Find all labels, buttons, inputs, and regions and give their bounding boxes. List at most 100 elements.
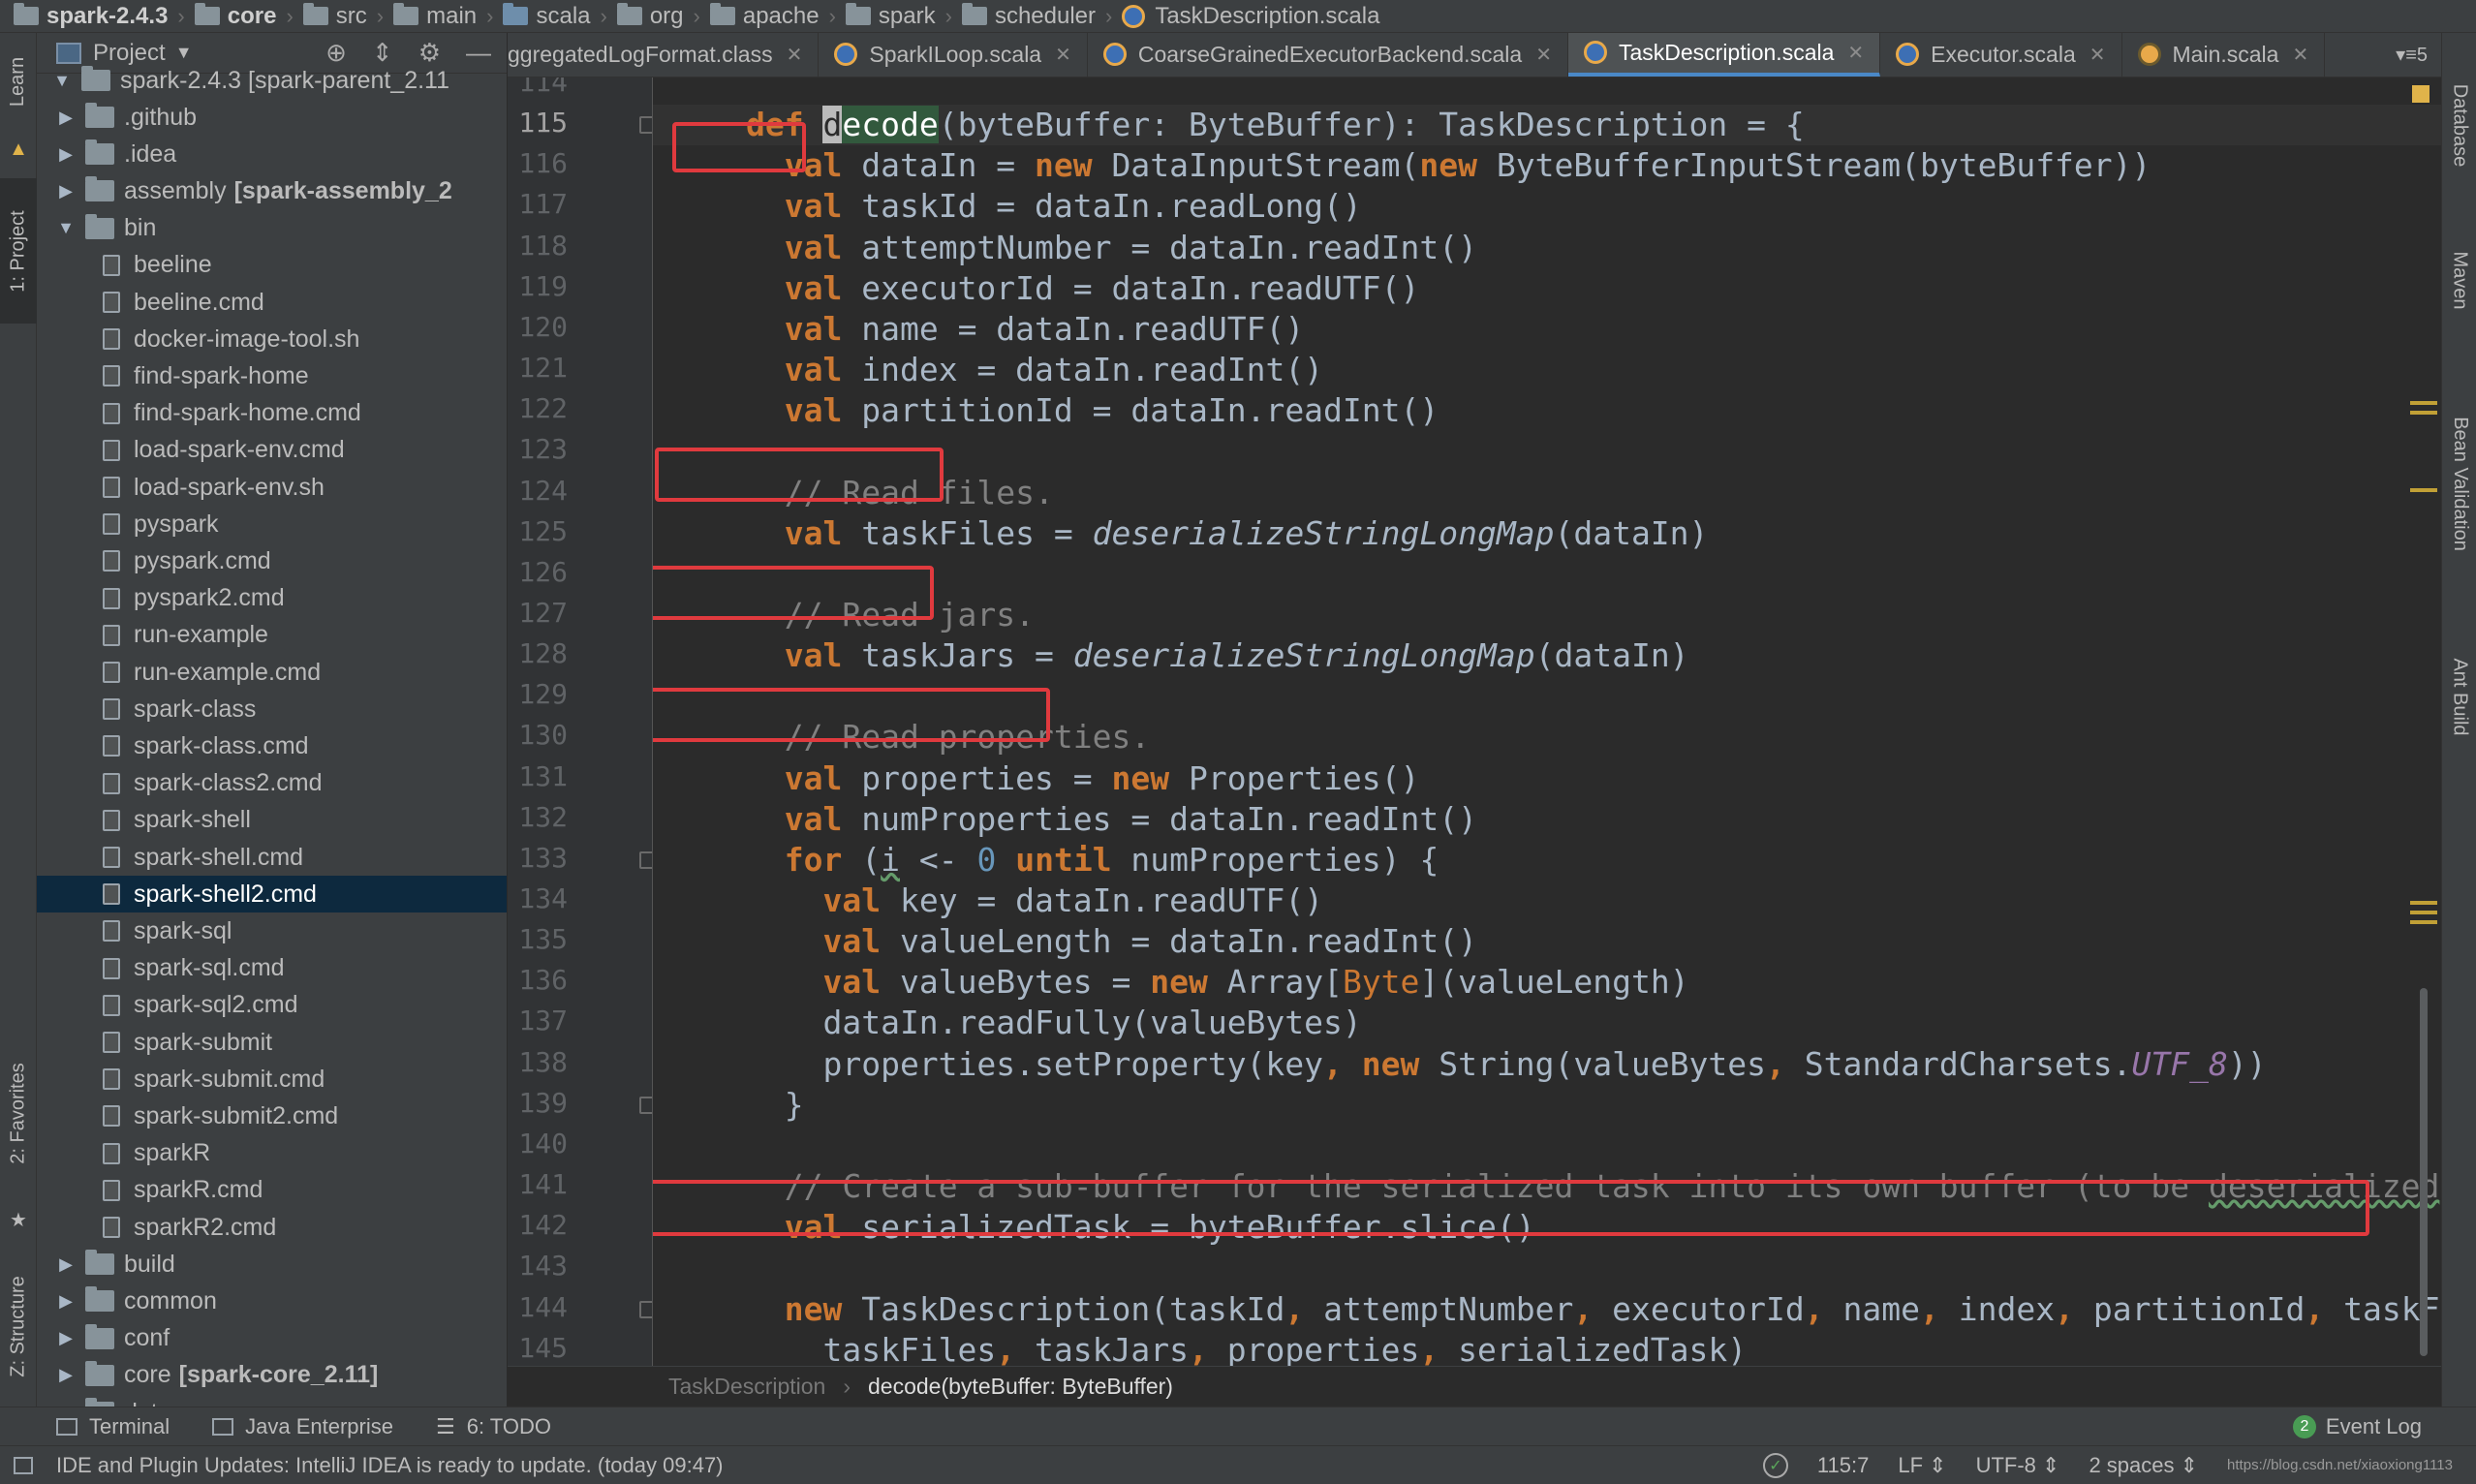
close-icon[interactable]: ✕ bbox=[2292, 43, 2308, 67]
tab-overflow-button[interactable]: ▾≡5 bbox=[2396, 43, 2441, 67]
code-line[interactable]: new TaskDescription(taskId, attemptNumbe… bbox=[746, 1289, 2441, 1330]
editor-tab[interactable]: Executor.scala ✕ bbox=[1880, 33, 2122, 77]
editor-scrollbar[interactable] bbox=[2420, 988, 2428, 1356]
breadcrumb-item[interactable]: spark bbox=[845, 3, 936, 30]
code-line[interactable]: val key = dataIn.readUTF() bbox=[746, 881, 1323, 921]
chevron-right-icon[interactable]: ▶ bbox=[56, 1254, 76, 1275]
code-line[interactable]: val valueBytes = new Array[Byte](valueLe… bbox=[746, 962, 1688, 1003]
breadcrumb-class[interactable]: TaskDescription bbox=[668, 1374, 825, 1400]
tree-file-item[interactable]: load-spark-env.sh bbox=[37, 469, 507, 506]
inspection-check-icon[interactable]: ✓ bbox=[1762, 1452, 1788, 1478]
chevron-right-icon[interactable]: ▶ bbox=[56, 1328, 76, 1348]
close-icon[interactable]: ✕ bbox=[2089, 43, 2106, 67]
tree-file-item[interactable]: sparkR bbox=[37, 1135, 507, 1172]
terminal-tool-button[interactable]: Terminal bbox=[56, 1414, 170, 1439]
warning-marker[interactable] bbox=[2410, 901, 2437, 905]
todo-tool-button[interactable]: ☰ 6: TODO bbox=[436, 1414, 551, 1439]
tree-folder-item[interactable]: ▼ bin bbox=[37, 210, 507, 247]
tree-file-item[interactable]: spark-shell bbox=[37, 802, 507, 839]
chevron-right-icon[interactable]: ▶ bbox=[56, 181, 76, 201]
code-editor[interactable]: def decode(byteBuffer: ByteBuffer): Task… bbox=[653, 77, 2441, 1366]
close-icon[interactable]: ✕ bbox=[1535, 43, 1552, 67]
code-line[interactable]: val dataIn = new DataInputStream(new Byt… bbox=[746, 145, 2151, 186]
code-line[interactable]: val index = dataIn.readInt() bbox=[746, 350, 1323, 390]
breadcrumb-item[interactable]: org bbox=[616, 3, 684, 30]
project-tool-tab[interactable]: 1: Project bbox=[0, 178, 37, 324]
warning-marker[interactable] bbox=[2410, 911, 2437, 914]
java-enterprise-tool-button[interactable]: Java Enterprise bbox=[212, 1414, 393, 1439]
favorites-tool-tab[interactable]: 2: Favorites bbox=[0, 1031, 37, 1195]
ant-build-tool-tab[interactable]: Ant Build bbox=[2442, 624, 2476, 769]
status-toggle-icon[interactable] bbox=[14, 1456, 33, 1474]
tree-file-item[interactable]: spark-shell2.cmd bbox=[37, 876, 507, 913]
tree-root-item[interactable]: ▼ spark-2.4.3 [spark-parent_2.11 bbox=[37, 62, 507, 99]
tree-file-item[interactable]: spark-class2.cmd bbox=[37, 765, 507, 802]
fold-toggle-icon[interactable] bbox=[639, 1300, 652, 1318]
editor-tab[interactable]: CoarseGrainedExecutorBackend.scala ✕ bbox=[1088, 33, 1568, 77]
tree-folder-item[interactable]: ▶ conf bbox=[37, 1320, 507, 1357]
code-line[interactable]: val taskJars = deserializeStringLongMap(… bbox=[746, 635, 1689, 676]
tree-file-item[interactable]: run-example bbox=[37, 617, 507, 654]
fold-toggle-icon[interactable] bbox=[639, 850, 652, 869]
tree-file-item[interactable]: spark-class.cmd bbox=[37, 727, 507, 764]
database-tool-tab[interactable]: Database bbox=[2442, 52, 2476, 198]
encoding-selector[interactable]: UTF-8 ⇕ bbox=[1976, 1453, 2060, 1478]
tree-file-item[interactable]: pyspark bbox=[37, 506, 507, 542]
close-icon[interactable]: ✕ bbox=[1847, 41, 1864, 65]
tree-file-item[interactable]: beeline.cmd bbox=[37, 284, 507, 321]
caret-position[interactable]: 115:7 bbox=[1817, 1453, 1869, 1478]
tree-folder-item[interactable]: ▶ .github bbox=[37, 99, 507, 136]
breadcrumb-item[interactable]: src bbox=[302, 3, 367, 30]
code-line[interactable]: taskFiles, taskJars, properties, seriali… bbox=[746, 1330, 1747, 1366]
maven-tool-tab[interactable]: Maven bbox=[2442, 217, 2476, 343]
tree-file-item[interactable]: spark-submit.cmd bbox=[37, 1061, 507, 1098]
tree-file-item[interactable]: spark-sql2.cmd bbox=[37, 987, 507, 1024]
code-line[interactable]: def decode(byteBuffer: ByteBuffer): Task… bbox=[746, 105, 1805, 145]
code-line[interactable]: for (i <- 0 until numProperties) { bbox=[746, 840, 1439, 881]
editor-tab[interactable]: ggregatedLogFormat.class ✕ bbox=[508, 33, 820, 77]
code-line[interactable]: val properties = new Properties() bbox=[746, 758, 1420, 799]
breadcrumb-item[interactable]: scala bbox=[503, 3, 591, 30]
tree-file-item[interactable]: docker-image-tool.sh bbox=[37, 321, 507, 357]
fold-toggle-icon[interactable] bbox=[639, 116, 652, 135]
close-icon[interactable]: ✕ bbox=[1055, 43, 1071, 67]
error-stripe[interactable] bbox=[2406, 77, 2441, 1366]
code-line[interactable]: } bbox=[746, 1085, 804, 1126]
fold-toggle-icon[interactable] bbox=[639, 1096, 652, 1114]
tree-file-item[interactable]: pyspark.cmd bbox=[37, 542, 507, 579]
breadcrumb-item[interactable]: scheduler bbox=[961, 3, 1096, 30]
tree-file-item[interactable]: load-spark-env.cmd bbox=[37, 432, 507, 469]
chevron-right-icon[interactable]: ▶ bbox=[56, 1291, 76, 1312]
breadcrumb-item[interactable]: core bbox=[194, 3, 276, 30]
indent-selector[interactable]: 2 spaces ⇕ bbox=[2089, 1453, 2198, 1478]
tree-folder-item[interactable]: ▶ common bbox=[37, 1283, 507, 1319]
code-line[interactable]: dataIn.readFully(valueBytes) bbox=[746, 1003, 1361, 1043]
chevron-right-icon[interactable]: ▶ bbox=[56, 1365, 76, 1385]
tree-folder-item[interactable]: ▶ core [spark-core_2.11] bbox=[37, 1357, 507, 1394]
tree-file-item[interactable]: sparkR2.cmd bbox=[37, 1209, 507, 1246]
tree-file-item[interactable]: spark-shell.cmd bbox=[37, 839, 507, 876]
breadcrumb-item[interactable]: main bbox=[393, 3, 477, 30]
editor-tab[interactable]: Main.scala ✕ bbox=[2122, 33, 2326, 77]
tree-folder-item[interactable]: ▶ build bbox=[37, 1246, 507, 1283]
breadcrumb-item[interactable]: spark-2.4.3 bbox=[14, 3, 168, 30]
tree-file-item[interactable]: spark-submit bbox=[37, 1024, 507, 1061]
structure-tool-tab[interactable]: Z: Structure bbox=[0, 1244, 37, 1408]
breadcrumb-method[interactable]: decode(byteBuffer: ByteBuffer) bbox=[868, 1374, 1173, 1400]
code-line[interactable]: val executorId = dataIn.readUTF() bbox=[746, 268, 1420, 309]
code-line[interactable]: val name = dataIn.readUTF() bbox=[746, 309, 1304, 350]
code-line[interactable]: val numProperties = dataIn.readInt() bbox=[746, 799, 1477, 840]
tree-file-item[interactable]: beeline bbox=[37, 247, 507, 284]
close-icon[interactable]: ✕ bbox=[787, 43, 803, 67]
tree-folder-item[interactable]: ▶ .idea bbox=[37, 136, 507, 172]
tree-folder-item[interactable]: ▶ assembly [spark-assembly_2 bbox=[37, 172, 507, 209]
tree-file-item[interactable]: run-example.cmd bbox=[37, 654, 507, 691]
warning-marker[interactable] bbox=[2410, 401, 2437, 405]
event-log-button[interactable]: 2 Event Log bbox=[2292, 1414, 2422, 1439]
tree-file-item[interactable]: find-spark-home bbox=[37, 357, 507, 394]
tree-file-item[interactable]: spark-submit2.cmd bbox=[37, 1098, 507, 1134]
learn-hat-icon[interactable]: ▲ bbox=[0, 130, 37, 169]
code-line[interactable]: val attemptNumber = dataIn.readInt() bbox=[746, 228, 1477, 268]
editor-tab[interactable]: SparkILoop.scala ✕ bbox=[819, 33, 1088, 77]
code-line[interactable]: properties.setProperty(key, new String(v… bbox=[746, 1044, 2266, 1085]
